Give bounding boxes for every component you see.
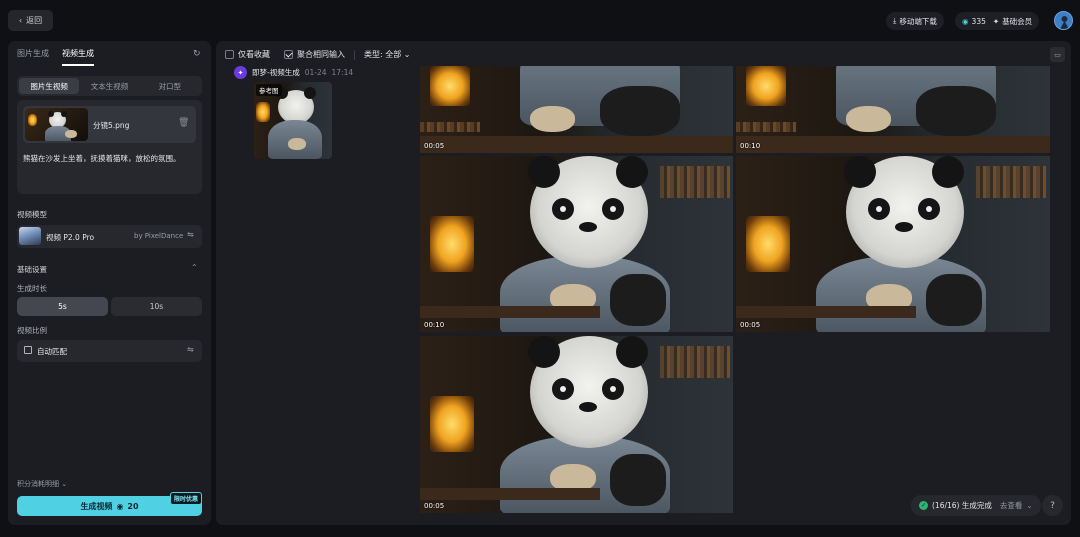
model-selector[interactable]: 视频 P2.0 Pro by PixelDance ⇋ [17,225,202,248]
top-bar: ‹ 返回 ⤓ 移动端下载 ◉ 335 ✦ 基础会员 [0,0,1080,40]
video-duration: 00:05 [740,321,761,329]
sparkle-icon: ✦ [992,16,1000,26]
back-button[interactable]: ‹ 返回 [8,10,53,31]
sender-name: 即梦-视频生成 [252,68,300,77]
aggregate-checkbox[interactable] [284,50,293,59]
type-filter-dropdown[interactable]: 类型: 全部 ⌄ [364,49,411,60]
model-name: 视频 P2.0 Pro [46,233,95,242]
subtab-image-to-video[interactable]: 图片生视频 [19,78,80,94]
results-panel: 仅看收藏 聚合相同输入 类型: 全部 ⌄ ▭ ✦ 即梦-视频生成 01-24 1… [216,41,1071,525]
message-date: 01-24 [304,68,327,77]
trash-icon[interactable]: 🗑 [178,118,189,128]
video-thumbnail[interactable]: 00:05 [420,336,733,513]
tab-image-generation[interactable]: 图片生成 [17,48,49,66]
divider [354,49,355,60]
user-avatar[interactable] [1054,11,1073,30]
promo-badge: 限时优惠 [169,492,202,505]
credits-count: 335 [971,16,986,26]
duration-5s-button[interactable]: 5s [17,297,108,316]
file-thumbnail [25,108,88,141]
chevron-down-icon: ⌄ [1026,501,1033,510]
chevron-down-icon: ⌄ [403,50,411,59]
subtab-lip-sync[interactable]: 对口型 [140,78,200,94]
mobile-download-button[interactable]: ⤓ 移动端下载 [886,12,944,30]
status-text: (16/16) 生成完成 [932,501,992,510]
help-icon: ? [1050,500,1055,511]
reference-label: 参考图 [256,84,282,96]
prompt-area[interactable]: 分镜5.png 🗑 熊猫在沙发上坐着，抚摸着猫咪，放松的氛围。 [17,100,202,194]
video-duration: 00:10 [740,142,761,150]
duration-10s-button[interactable]: 10s [111,297,202,316]
model-section-title: 视频模型 [17,210,47,219]
video-thumbnail[interactable]: 00:05 [736,156,1050,332]
video-mode-segment: 图片生视频 文本生视频 对口型 [17,76,202,96]
refresh-icon[interactable]: ↻ [193,49,201,59]
video-duration: 00:10 [424,321,445,329]
video-duration: 00:05 [424,142,445,150]
aspect-ratio-icon [24,346,32,354]
chevron-up-icon[interactable]: ⌃ [191,263,198,272]
file-name: 分镜5.png [93,121,130,130]
video-duration: 00:05 [424,502,445,510]
message-time: 17:14 [331,68,354,77]
video-thumbnail[interactable]: 00:10 [736,66,1050,153]
dreamina-logo-icon: ✦ [234,66,247,79]
settings-sliders-icon[interactable]: ⇋ [187,230,194,239]
settings-sliders-icon: ⇋ [187,345,194,354]
view-link[interactable]: 去查看 [1000,500,1023,511]
chevron-down-icon: ⌄ [61,480,68,488]
credit-coin-icon: ◉ [962,16,969,26]
chevron-left-icon: ‹ [18,16,23,25]
download-icon: ⤓ [893,16,897,25]
favorites-checkbox[interactable] [225,50,234,59]
prompt-text[interactable]: 熊猫在沙发上坐着，抚摸着猫咪，放松的氛围。 [23,153,181,164]
credit-detail-toggle[interactable]: 积分消耗明细 ⌄ [17,479,67,489]
video-thumbnail[interactable]: 00:05 [420,66,733,153]
check-circle-icon: ✓ [919,501,928,510]
subtab-text-to-video[interactable]: 文本生视频 [79,78,139,94]
video-thumbnail[interactable]: 00:10 [420,156,733,332]
ratio-value: 自动匹配 [37,347,67,356]
generation-tabs: 图片生成 视频生成 [17,48,94,66]
generate-video-button[interactable]: 生成视频 ◉ 20 限时优惠 [17,492,202,516]
basic-settings-title: 基础设置 [17,265,47,274]
help-button[interactable]: ? [1042,495,1063,516]
generate-cost: 20 [127,501,139,511]
message-header: ✦ 即梦-视频生成 01-24 17:14 [234,66,353,79]
generate-label: 生成视频 [80,501,113,511]
uploaded-file-card[interactable]: 分镜5.png 🗑 [23,106,196,143]
ratio-selector[interactable]: 自动匹配 ⇋ [17,340,202,362]
tab-video-generation[interactable]: 视频生成 [62,48,94,66]
generation-status-pill[interactable]: ✓ (16/16) 生成完成 去查看 ⌄ [911,495,1041,516]
back-label: 返回 [26,16,43,25]
model-provider: by PixelDance [134,232,184,240]
favorites-filter-label: 仅看收藏 [238,50,270,59]
ratio-label: 视频比例 [17,326,47,335]
filter-bar: 仅看收藏 聚合相同输入 类型: 全部 ⌄ [225,49,411,60]
folder-icon[interactable]: ▭ [1050,47,1065,62]
generation-sidebar: 图片生成 视频生成 ↻ 图片生视频 文本生视频 对口型 分镜5.png 🗑 熊猫… [8,41,211,525]
reference-image[interactable]: 参考图 [254,82,332,159]
credits-vip-button[interactable]: ◉ 335 ✦ 基础会员 [955,12,1040,30]
vip-label: 基础会员 [1002,16,1033,26]
aggregate-filter-label: 聚合相同输入 [297,50,345,59]
credit-coin-icon: ◉ [116,501,124,511]
duration-label: 生成时长 [17,284,47,293]
avatar-figure-icon [1060,16,1069,29]
model-thumbnail [19,227,41,245]
